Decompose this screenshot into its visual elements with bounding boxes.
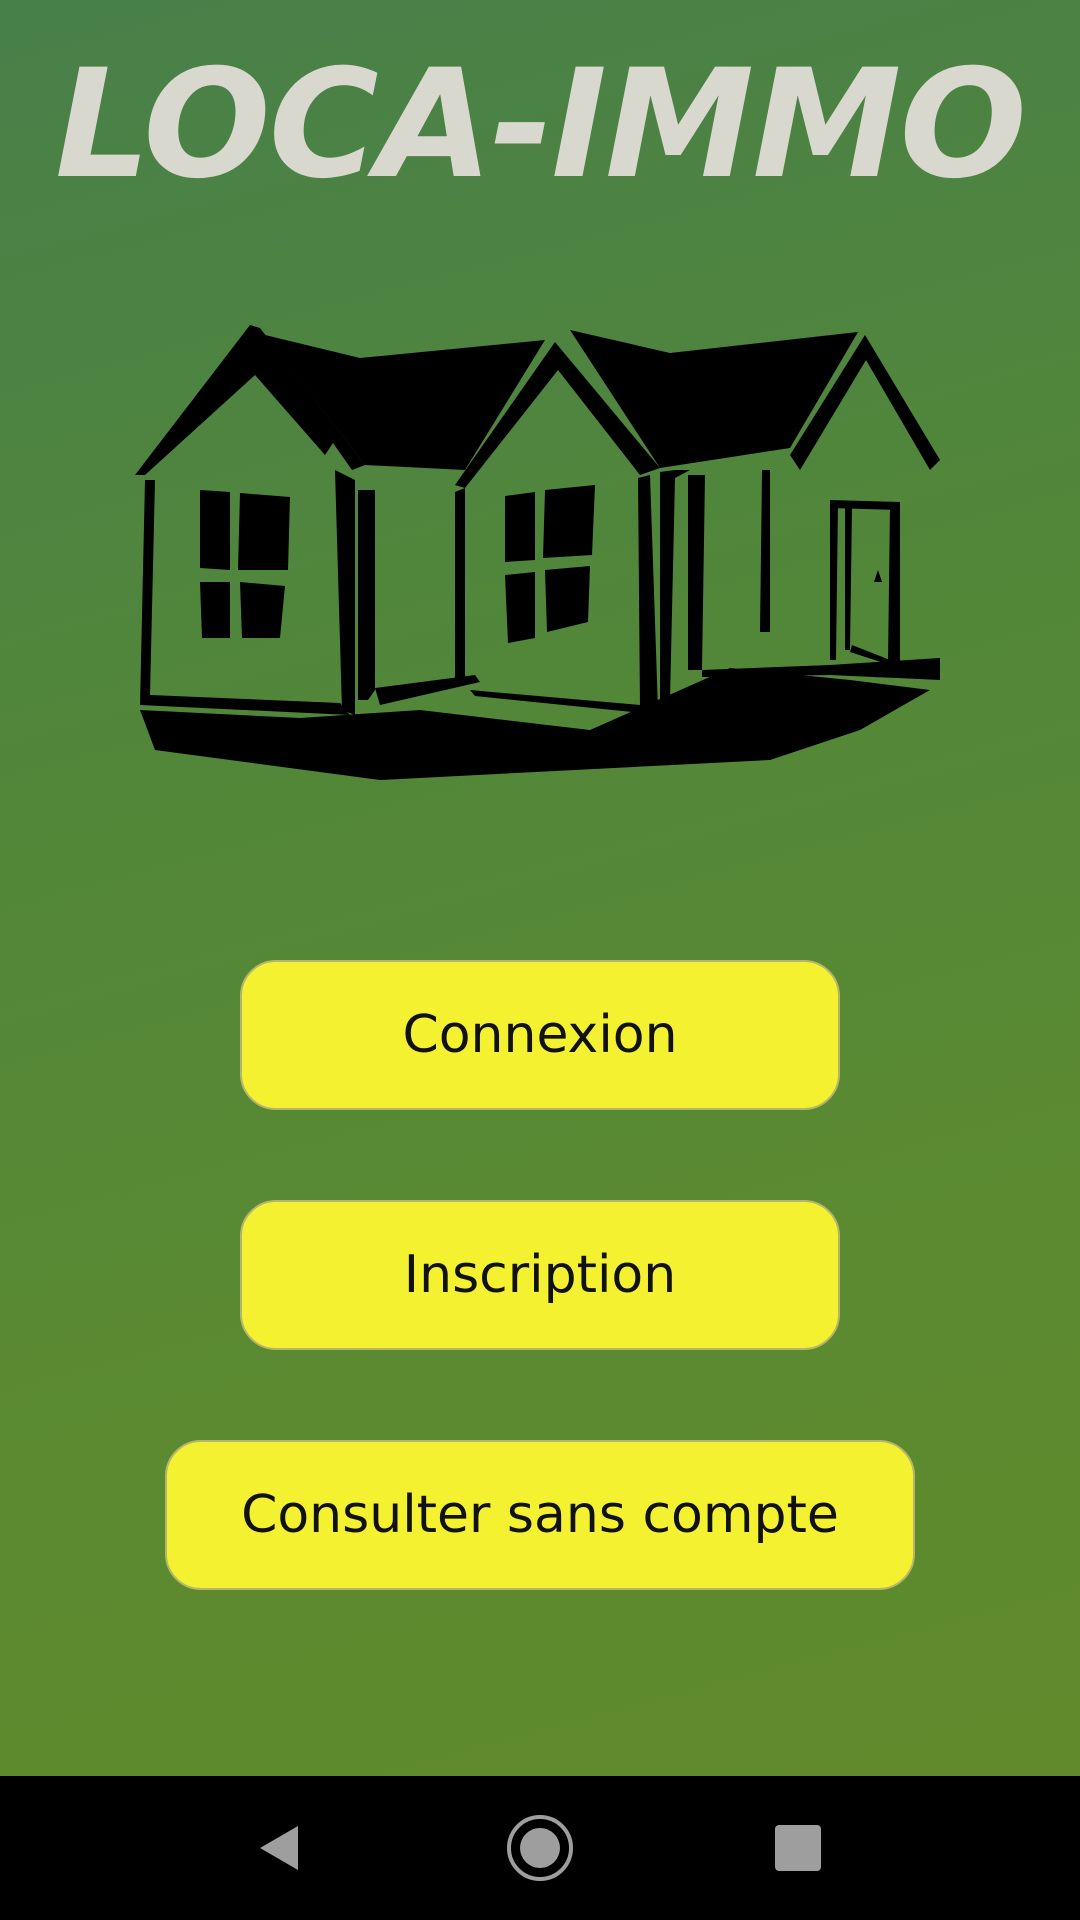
inscription-button[interactable]: Inscription: [240, 1200, 840, 1350]
connexion-button[interactable]: Connexion: [240, 960, 840, 1110]
home-circle-icon[interactable]: [490, 1798, 590, 1898]
system-navigation-bar: [0, 1776, 1080, 1920]
house-icon: [135, 325, 940, 780]
app-title: LOCA-IMMO: [54, 38, 1027, 212]
consult-without-account-button[interactable]: Consulter sans compte: [165, 1440, 915, 1590]
back-triangle-icon[interactable]: [230, 1798, 330, 1898]
recent-apps-square-icon[interactable]: [748, 1798, 848, 1898]
main-screen: LOCA-IMMO Connexion Inscription Consulte…: [0, 0, 1080, 1776]
